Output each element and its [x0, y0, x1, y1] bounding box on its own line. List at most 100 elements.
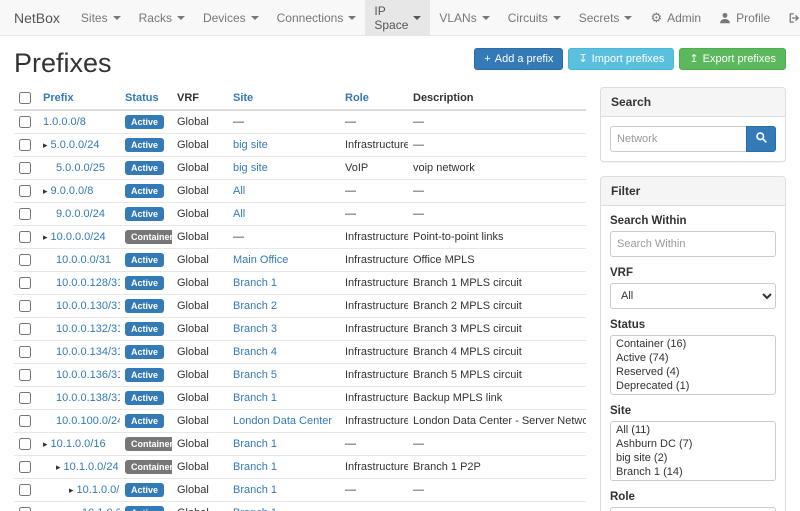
prefix-link[interactable]: 10.0.0.128/31 — [56, 277, 120, 289]
prefix-link[interactable]: 10.0.0.132/31 — [56, 323, 120, 335]
row-checkbox[interactable] — [19, 231, 31, 243]
filter-input-search-within[interactable] — [610, 231, 776, 257]
row-checkbox[interactable] — [19, 507, 31, 511]
search-button[interactable] — [746, 126, 776, 152]
row-checkbox[interactable] — [19, 323, 31, 335]
nav-item-sites[interactable]: Sites — [72, 0, 130, 35]
prefix-link[interactable]: 10.1.0.0/24 — [64, 461, 119, 473]
description-cell: Branch 3 MPLS circuit — [408, 318, 586, 341]
nav-item-vlans[interactable]: VLANs — [430, 0, 498, 35]
site-link[interactable]: Branch 2 — [233, 300, 277, 312]
vrf-cell: Global — [172, 318, 228, 341]
site-link[interactable]: Branch 1 — [233, 277, 277, 289]
row-checkbox[interactable] — [19, 438, 31, 450]
nav-item-circuits[interactable]: Circuits — [499, 0, 570, 35]
nav-item-ip-space[interactable]: IP Space — [365, 0, 430, 35]
prefix-link[interactable]: 10.0.100.0/24 — [56, 415, 120, 427]
row-checkbox[interactable] — [19, 116, 31, 128]
sort-link-role[interactable]: Role — [345, 92, 369, 104]
prefix-link[interactable]: 5.0.0.0/24 — [51, 139, 100, 151]
row-checkbox[interactable] — [19, 208, 31, 220]
filter-select-vrf[interactable]: All — [610, 283, 776, 309]
filter-multiselect-site[interactable]: All (11)Ashburn DC (7)big site (2)Branch… — [610, 421, 776, 481]
row-checkbox[interactable] — [19, 369, 31, 381]
row-checkbox[interactable] — [19, 300, 31, 312]
add-a-prefix-button[interactable]: +Add a prefix — [474, 48, 563, 70]
nav-item-connections[interactable]: Connections — [268, 0, 366, 35]
row-checkbox[interactable] — [19, 185, 31, 197]
row-checkbox[interactable] — [19, 392, 31, 404]
prefix-link[interactable]: 10.0.0.0/31 — [56, 254, 111, 266]
export-prefixes-button[interactable]: ↥Export prefixes — [679, 48, 786, 70]
site-link[interactable]: Branch 1 — [233, 461, 277, 473]
column-header-prefix[interactable]: Prefix — [38, 87, 120, 110]
nav-item-devices[interactable]: Devices — [194, 0, 268, 35]
site-link[interactable]: Branch 1 — [233, 484, 277, 496]
role-cell: VoIP — [340, 157, 408, 180]
column-header-description: Description — [408, 87, 586, 110]
gear-icon: ⚙ — [650, 11, 662, 24]
prefix-link[interactable]: 1.0.0.0/8 — [43, 116, 86, 128]
column-header-site[interactable]: Site — [228, 87, 340, 110]
nav-item-admin[interactable]: ⚙Admin — [641, 0, 710, 35]
nav-item-profile[interactable]: Profile — [710, 0, 779, 35]
row-checkbox[interactable] — [19, 484, 31, 496]
site-cell: Branch 3 — [228, 318, 340, 341]
prefix-link[interactable]: 10.0.0.0/24 — [51, 231, 106, 243]
column-header-status[interactable]: Status — [120, 87, 172, 110]
site-cell: London Data Center — [228, 410, 340, 433]
prefix-link[interactable]: 10.1.0.0/26 — [82, 507, 120, 511]
site-link[interactable]: Branch 1 — [233, 392, 277, 404]
prefix-link[interactable]: 10.1.0.0/25 — [77, 484, 120, 496]
row-checkbox[interactable] — [19, 139, 31, 151]
nav-item-label: Sites — [81, 11, 108, 25]
nav-item-racks[interactable]: Racks — [130, 0, 194, 35]
vrf-cell: Global — [172, 456, 228, 479]
filter-multiselect-status[interactable]: Container (16)Active (74)Reserved (4)Dep… — [610, 335, 776, 395]
search-panel-title: Search — [601, 88, 785, 117]
site-link[interactable]: Branch 1 — [233, 507, 277, 511]
row-checkbox[interactable] — [19, 254, 31, 266]
prefix-link[interactable]: 9.0.0.0/8 — [51, 185, 94, 197]
sort-link-status[interactable]: Status — [125, 92, 159, 104]
row-checkbox[interactable] — [19, 415, 31, 427]
table-row: 10.0.0.134/31ActiveGlobalBranch 4Infrast… — [14, 341, 586, 364]
prefix-link[interactable]: 10.0.0.134/31 — [56, 346, 120, 358]
description-cell: Branch 1 MPLS circuit — [408, 272, 586, 295]
row-checkbox[interactable] — [19, 461, 31, 473]
prefix-link[interactable]: 10.0.0.138/31 — [56, 392, 120, 404]
sort-link-prefix[interactable]: Prefix — [43, 92, 74, 104]
vrf-cell: Global — [172, 272, 228, 295]
row-checkbox[interactable] — [19, 346, 31, 358]
site-link[interactable]: Branch 3 — [233, 323, 277, 335]
site-link[interactable]: London Data Center — [233, 415, 332, 427]
brand[interactable]: NetBox — [10, 0, 72, 35]
site-link[interactable]: Branch 1 — [233, 438, 277, 450]
site-link[interactable]: Main Office — [233, 254, 288, 266]
site-link[interactable]: Branch 5 — [233, 369, 277, 381]
role-cell: Infrastructure — [340, 249, 408, 272]
search-input[interactable] — [610, 126, 746, 152]
filter-multiselect-role[interactable]: Infrastructure (25)Management (8)Private… — [610, 507, 776, 511]
prefix-link[interactable]: 10.0.0.130/31 — [56, 300, 120, 312]
select-all-checkbox[interactable] — [19, 92, 31, 104]
row-checkbox[interactable] — [19, 277, 31, 289]
prefix-link[interactable]: 10.0.0.136/31 — [56, 369, 120, 381]
import-prefixes-button[interactable]: ↧Import prefixes — [568, 48, 674, 70]
site-link[interactable]: big site — [233, 162, 268, 174]
sort-link-site[interactable]: Site — [233, 92, 253, 104]
vrf-cell: Global — [172, 433, 228, 456]
site-link[interactable]: Branch 4 — [233, 346, 277, 358]
column-header-role[interactable]: Role — [340, 87, 408, 110]
site-cell: Branch 1 — [228, 387, 340, 410]
prefix-link[interactable]: 10.1.0.0/16 — [51, 438, 106, 450]
row-checkbox[interactable] — [19, 162, 31, 174]
nav-item-log-out[interactable]: Log out — [779, 0, 800, 35]
site-link[interactable]: All — [233, 208, 245, 220]
site-link[interactable]: big site — [233, 139, 268, 151]
search-icon — [755, 131, 768, 147]
nav-item-secrets[interactable]: Secrets — [570, 0, 642, 35]
site-link[interactable]: All — [233, 185, 245, 197]
prefix-link[interactable]: 9.0.0.0/24 — [56, 208, 105, 220]
prefix-link[interactable]: 5.0.0.0/25 — [56, 162, 105, 174]
